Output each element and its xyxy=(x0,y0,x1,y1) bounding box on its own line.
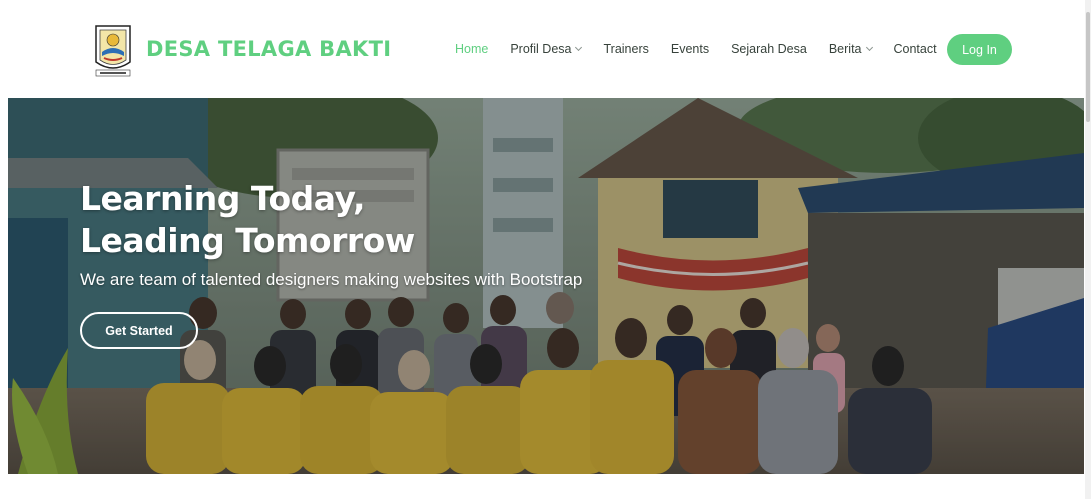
nav-profil-desa-label[interactable]: Profil Desa xyxy=(510,42,571,56)
hero-title: Learning Today, Leading Tomorrow xyxy=(80,178,582,262)
hero-title-line-1: Learning Today, xyxy=(80,179,366,218)
nav-berita-label[interactable]: Berita xyxy=(829,42,862,56)
main-nav: Home Profil Desa Trainers Events Sejarah… xyxy=(455,34,959,64)
brand-name[interactable]: DESA TELAGA BAKTI xyxy=(146,37,391,61)
nav-berita[interactable]: Berita xyxy=(829,42,873,56)
nav-profil-desa[interactable]: Profil Desa xyxy=(510,42,583,56)
hero-title-line-2: Leading Tomorrow xyxy=(80,221,415,260)
nav-trainers[interactable]: Trainers xyxy=(603,42,648,56)
brand[interactable]: DESA TELAGA BAKTI xyxy=(92,20,391,78)
site-header: DESA TELAGA BAKTI Home Profil Desa Train… xyxy=(0,0,1091,98)
nav-sejarah-desa-label[interactable]: Sejarah Desa xyxy=(731,42,807,56)
nav-contact-label[interactable]: Contact xyxy=(894,42,937,56)
nav-contact[interactable]: Contact xyxy=(894,42,937,56)
hero-content: Learning Today, Leading Tomorrow We are … xyxy=(80,178,582,349)
nav-home-label[interactable]: Home xyxy=(455,42,488,56)
get-started-button[interactable]: Get Started xyxy=(80,312,198,349)
nav-events[interactable]: Events xyxy=(671,42,709,56)
login-button[interactable]: Log In xyxy=(947,34,1012,65)
chevron-down-icon xyxy=(865,43,873,52)
hero-subtitle: We are team of talented designers making… xyxy=(80,270,583,289)
nav-trainers-label[interactable]: Trainers xyxy=(603,42,648,56)
nav-sejarah-desa[interactable]: Sejarah Desa xyxy=(731,42,807,56)
village-emblem-icon xyxy=(92,20,134,78)
nav-events-label[interactable]: Events xyxy=(671,42,709,56)
scrollbar[interactable] xyxy=(1085,0,1091,499)
nav-home[interactable]: Home xyxy=(455,42,488,56)
chevron-down-icon xyxy=(575,43,583,52)
hero-section: Learning Today, Leading Tomorrow We are … xyxy=(8,98,1084,474)
scrollbar-thumb[interactable] xyxy=(1086,12,1090,122)
